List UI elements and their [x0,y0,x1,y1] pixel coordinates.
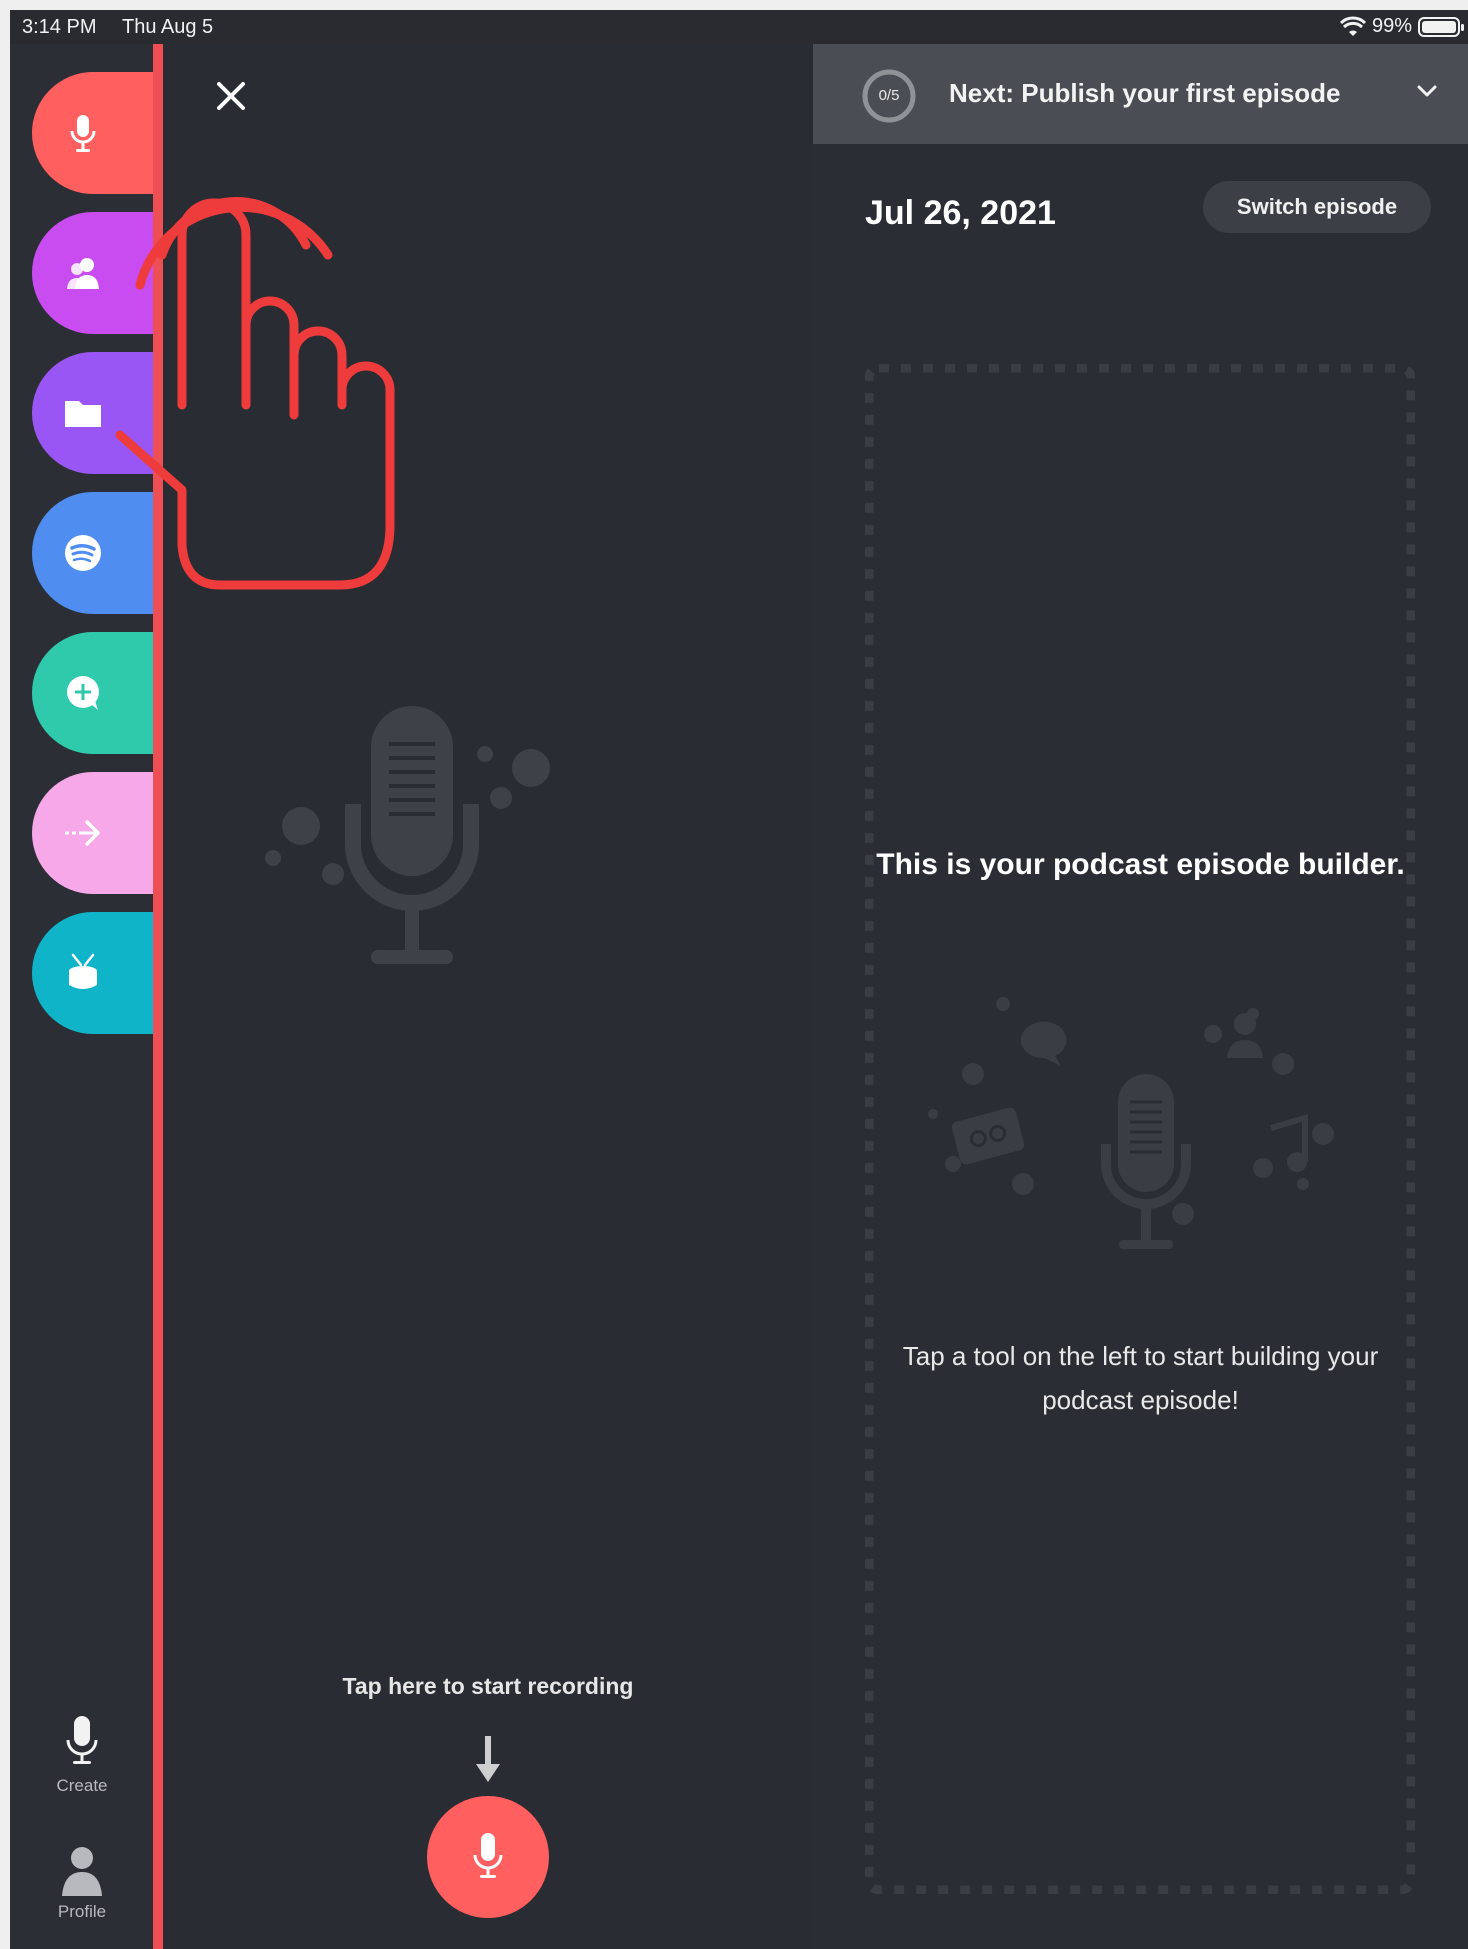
record-button[interactable] [427,1796,549,1918]
status-indicators: 99% [1339,15,1464,38]
arrow-down-icon [476,1736,500,1782]
status-bar: 3:14 PM Thu Aug 5 99% [10,10,1468,44]
tool-messages[interactable] [32,632,153,754]
nav-create[interactable]: Create [32,1714,132,1796]
spotify-icon [64,535,101,571]
next-step-label: Next: Publish your first episode [949,78,1341,108]
episode-builder-panel: 0/5 Next: Publish your first episode Jul… [813,44,1468,1949]
app-window: 3:14 PM Thu Aug 5 99% Create Profile Tap… [10,10,1468,1949]
close-icon[interactable] [211,76,251,116]
tap-gesture-icon [115,197,395,590]
microphone-icon [473,1833,503,1878]
nav-create-label: Create [56,1776,108,1795]
microphone-illustration [265,706,550,964]
chevron-down-icon[interactable] [1416,84,1438,98]
builder-illustration [928,997,1334,1249]
status-date: Thu Aug 5 [122,16,214,38]
people-icon [66,258,99,289]
builder-title: This is your podcast episode builder. [876,848,1405,881]
tool-transitions[interactable] [32,772,153,894]
switch-episode-button[interactable]: Switch episode [1203,181,1431,233]
microphone-icon [70,115,95,152]
drum-icon [68,953,97,989]
wifi-icon [1339,16,1366,36]
episode-date: Jul 26, 2021 [865,194,1056,232]
status-time: 3:14 PM [22,16,97,38]
person-icon [62,1847,102,1896]
nav-profile-label: Profile [57,1902,107,1921]
tool-music[interactable] [32,912,153,1034]
microphone-icon [66,1716,98,1764]
message-plus-icon [66,676,99,710]
battery-percent: 99% [1371,15,1412,37]
arrow-right-icon [64,820,100,846]
builder-hint-text: Tap a tool on the left to start building… [902,1341,1379,1415]
folder-icon [64,401,101,427]
record-hint-text: Tap here to start recording [342,1673,634,1699]
nav-profile[interactable]: Profile [32,1844,132,1922]
battery-icon [1418,16,1464,37]
progress-count: 0/5 [878,87,900,104]
next-step-bar[interactable]: 0/5 Next: Publish your first episode [813,44,1468,144]
